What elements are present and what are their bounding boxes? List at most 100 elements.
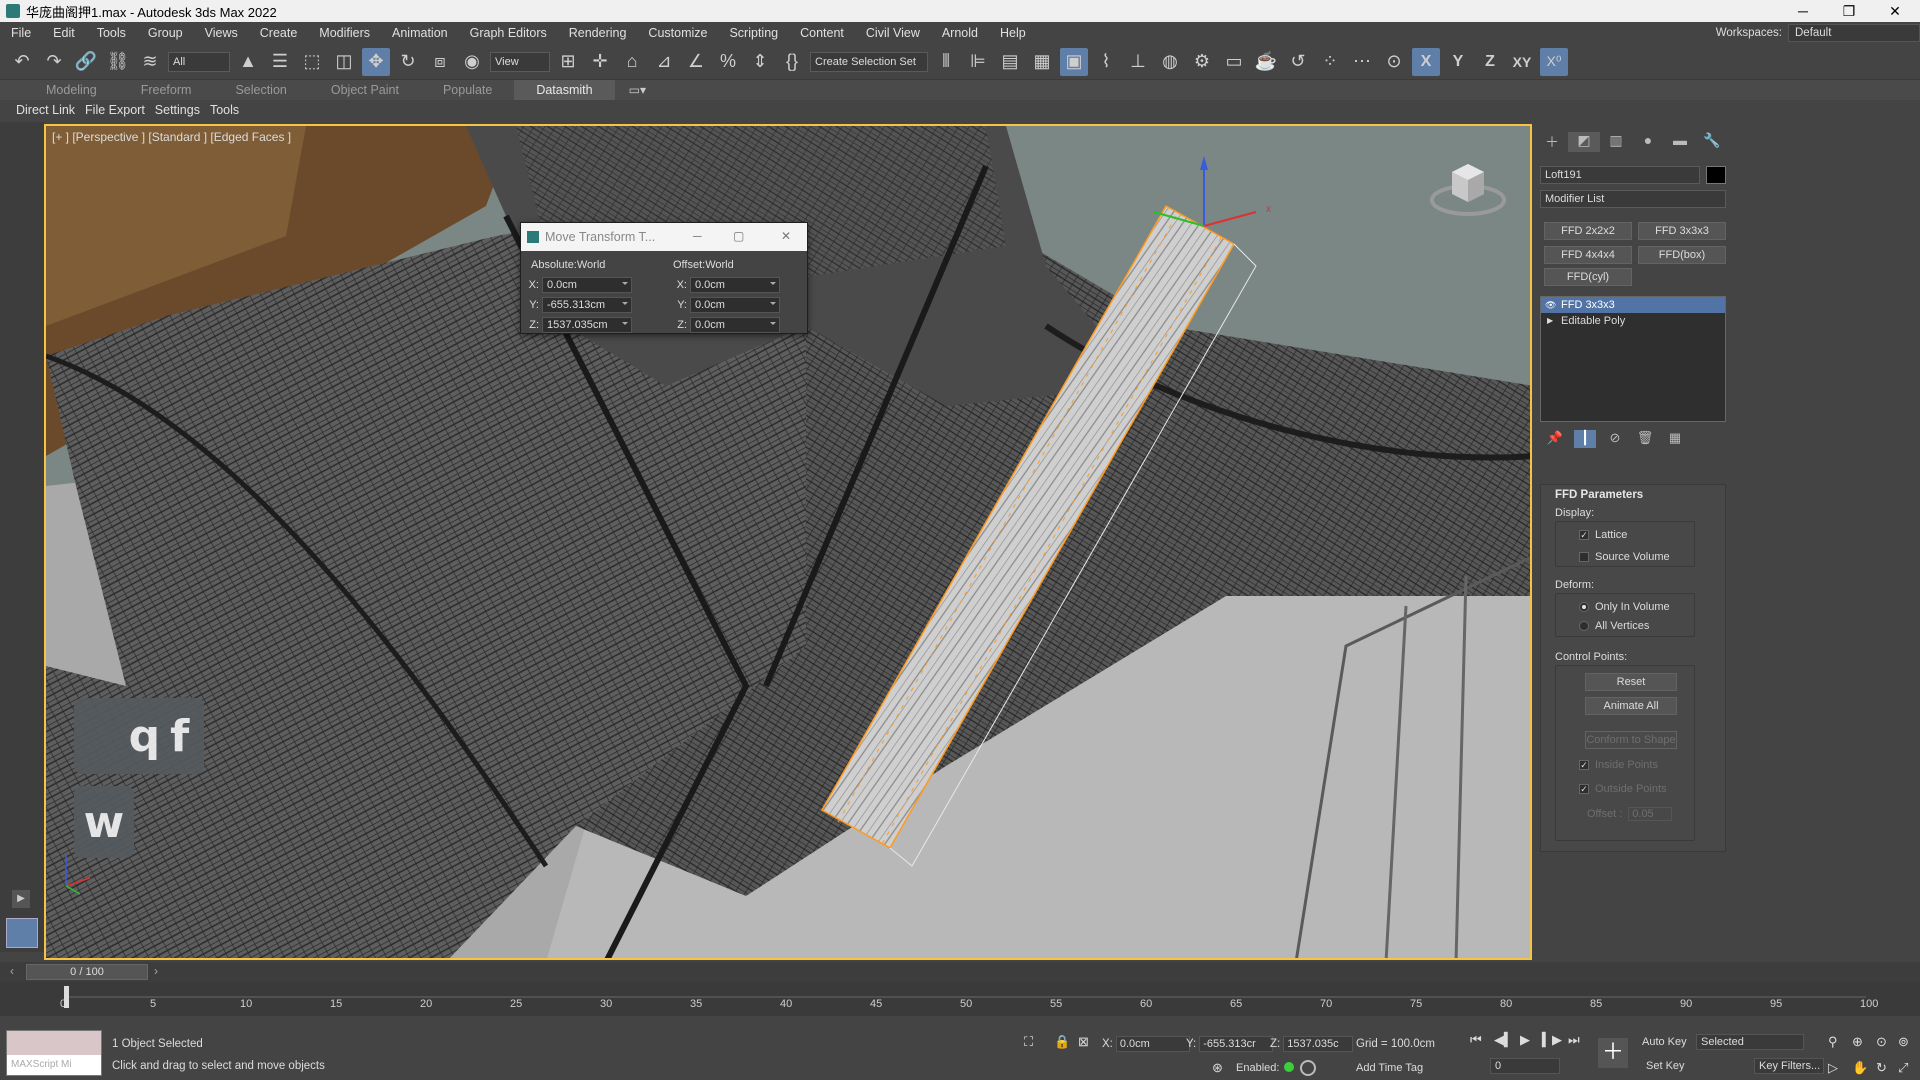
axis-constraint-icon[interactable]: X⁰	[1540, 47, 1568, 76]
time-next-icon[interactable]: ›	[154, 964, 158, 978]
show-end-result-icon[interactable]: ┃	[1574, 430, 1596, 448]
tab-object-paint[interactable]: Object Paint	[309, 80, 421, 100]
mirror-icon[interactable]: ⫴	[932, 48, 960, 76]
absolute-mode-icon[interactable]: ⊠	[1078, 1034, 1089, 1050]
coord-z-field[interactable]: 1537.035c	[1283, 1036, 1354, 1052]
hierarchy-tab-icon[interactable]: ▥	[1600, 132, 1632, 152]
axis-xy-button[interactable]: XY	[1508, 48, 1536, 76]
menu-file[interactable]: File	[0, 22, 42, 44]
tab-selection[interactable]: Selection	[213, 80, 308, 100]
frame-marker[interactable]	[64, 986, 69, 1008]
unlink-icon[interactable]: ⛓	[104, 48, 132, 76]
orbit-icon[interactable]: ↻	[1876, 1060, 1887, 1076]
adaptive-degradation-icon[interactable]: ⊛	[1212, 1060, 1223, 1076]
current-frame-field[interactable]: 0	[1490, 1058, 1560, 1074]
link-icon[interactable]: 🔗	[72, 48, 100, 76]
menu-rendering[interactable]: Rendering	[558, 22, 638, 44]
zoom-extents-icon[interactable]: ⊙	[1876, 1034, 1887, 1050]
pin-stack-icon[interactable]: 📌	[1540, 430, 1570, 448]
go-to-end-icon[interactable]: ⏭	[1568, 1032, 1580, 1048]
menu-customize[interactable]: Customize	[637, 22, 718, 44]
utilities-tab-icon[interactable]: 🔧	[1696, 132, 1728, 152]
prev-frame-icon[interactable]: ◀▍	[1494, 1032, 1514, 1048]
menu-arnold[interactable]: Arnold	[931, 22, 989, 44]
key-mode-dropdown[interactable]: Selected	[1696, 1034, 1804, 1050]
dialog-minimize-icon[interactable]: ─	[693, 229, 702, 243]
reset-button[interactable]: Reset	[1585, 673, 1677, 691]
undo-icon[interactable]: ↶	[8, 48, 36, 76]
keyboard-shortcut-icon[interactable]: ⌂	[618, 48, 646, 76]
expand-layout-icon[interactable]: ▶	[12, 890, 30, 908]
next-frame-icon[interactable]: ▍▶	[1542, 1032, 1562, 1048]
maxscript-mini-field[interactable]: MAXScript Mi	[7, 1055, 101, 1075]
ribbon-toggle-icon[interactable]: ▣	[1060, 47, 1088, 76]
animate-all-button[interactable]: Animate All	[1585, 697, 1677, 715]
abs-x-input[interactable]: 0.0cm	[542, 277, 632, 293]
tab-populate[interactable]: Populate	[421, 80, 514, 100]
off-y-input[interactable]: 0.0cm	[690, 297, 780, 313]
select-move-icon[interactable]: ✥	[362, 47, 390, 76]
dialog-close-icon[interactable]: ✕	[781, 229, 791, 243]
ffd-box-button[interactable]: FFD(box)	[1638, 246, 1726, 264]
align-icon[interactable]: ⊫	[964, 48, 992, 76]
minimize-icon[interactable]: ─	[1780, 0, 1826, 22]
stack-item-editable-poly[interactable]: ▶ Editable Poly	[1541, 313, 1725, 329]
layer-explorer-icon[interactable]: ▦	[1028, 48, 1056, 76]
configure-sets-icon[interactable]: ▦	[1660, 430, 1690, 448]
snaps-toggle-icon[interactable]: ⊿	[650, 48, 678, 76]
menu-create[interactable]: Create	[249, 22, 309, 44]
curve-editor-icon[interactable]: ⌇	[1092, 48, 1120, 76]
rect-selection-icon[interactable]: ⬚	[298, 48, 326, 76]
isolate-selection-icon[interactable]: ⛶	[1024, 1034, 1033, 1050]
ffd-cyl-button[interactable]: FFD(cyl)	[1544, 268, 1632, 286]
material-editor-icon[interactable]: ◍	[1156, 48, 1184, 76]
select-scale-icon[interactable]: ⧈	[426, 48, 454, 76]
ribbon-options-icon[interactable]: ▭▾	[629, 83, 646, 97]
coord-y-field[interactable]: -655.313cr	[1199, 1036, 1274, 1052]
abs-y-input[interactable]: -655.313cm	[542, 297, 632, 313]
outside-points-checkbox[interactable]: ✓ Outside Points	[1579, 783, 1667, 795]
display-tab-icon[interactable]: ▬	[1664, 132, 1696, 152]
spinner-snap-icon[interactable]: ⇕	[746, 48, 774, 76]
axis-y-button[interactable]: Y	[1444, 48, 1472, 76]
time-prev-icon[interactable]: ‹	[10, 964, 14, 978]
redo-icon[interactable]: ↷	[40, 48, 68, 76]
conform-to-shape-button[interactable]: Conform to Shape	[1585, 731, 1677, 749]
object-color-swatch[interactable]	[1706, 166, 1726, 184]
settings-button[interactable]: Settings	[155, 103, 200, 117]
manipulate-icon[interactable]: ✛	[586, 48, 614, 76]
auto-key-button[interactable]: Auto Key	[1642, 1036, 1687, 1048]
selection-lock-icon[interactable]: 🔒	[1054, 1034, 1070, 1050]
motion-tab-icon[interactable]: ●	[1632, 132, 1664, 152]
viewport-label[interactable]: [+ ] [Perspective ] [Standard ] [Edged F…	[52, 130, 291, 144]
dialog-titlebar[interactable]: Move Transform T... ─ ▢ ✕	[521, 223, 807, 251]
set-key-button[interactable]: Set Key	[1646, 1060, 1685, 1072]
axis-z-button[interactable]: Z	[1476, 48, 1504, 76]
direct-link-button[interactable]: Direct Link	[16, 103, 75, 117]
tab-modeling[interactable]: Modeling	[24, 80, 119, 100]
set-key-large-icon[interactable]: ＋	[1598, 1038, 1628, 1068]
menu-tools[interactable]: Tools	[86, 22, 137, 44]
ffd-3x3x3-button[interactable]: FFD 3x3x3	[1638, 222, 1726, 240]
off-z-input[interactable]: 0.0cm	[690, 317, 780, 333]
select-by-name-icon[interactable]: ☰	[266, 48, 294, 76]
window-crossing-icon[interactable]: ◫	[330, 48, 358, 76]
zoom-all-icon[interactable]: ⊕	[1852, 1034, 1863, 1050]
menu-views[interactable]: Views	[194, 22, 249, 44]
select-rotate-icon[interactable]: ↻	[394, 48, 422, 76]
coord-x-field[interactable]: 0.0cm	[1115, 1036, 1190, 1052]
dialog-restore-icon[interactable]: ▢	[733, 229, 744, 243]
remove-modifier-icon[interactable]: 🗑	[1630, 430, 1660, 448]
schematic-view-icon[interactable]: ⊥	[1124, 48, 1152, 76]
axis-x-button[interactable]: X	[1412, 47, 1440, 76]
render-iterative-icon[interactable]: ↺	[1284, 48, 1312, 76]
add-time-tag-button[interactable]: Add Time Tag	[1356, 1062, 1423, 1074]
menu-content[interactable]: Content	[789, 22, 855, 44]
render-setup-icon[interactable]: ⚙	[1188, 48, 1216, 76]
maxscript-listener[interactable]: MAXScript Mi	[6, 1030, 102, 1076]
edit-named-selection-icon[interactable]: {}	[778, 48, 806, 76]
menu-modifiers[interactable]: Modifiers	[308, 22, 381, 44]
viewcube[interactable]	[1428, 152, 1508, 222]
angle-snap-icon[interactable]: ∠	[682, 48, 710, 76]
tab-freeform[interactable]: Freeform	[119, 80, 214, 100]
